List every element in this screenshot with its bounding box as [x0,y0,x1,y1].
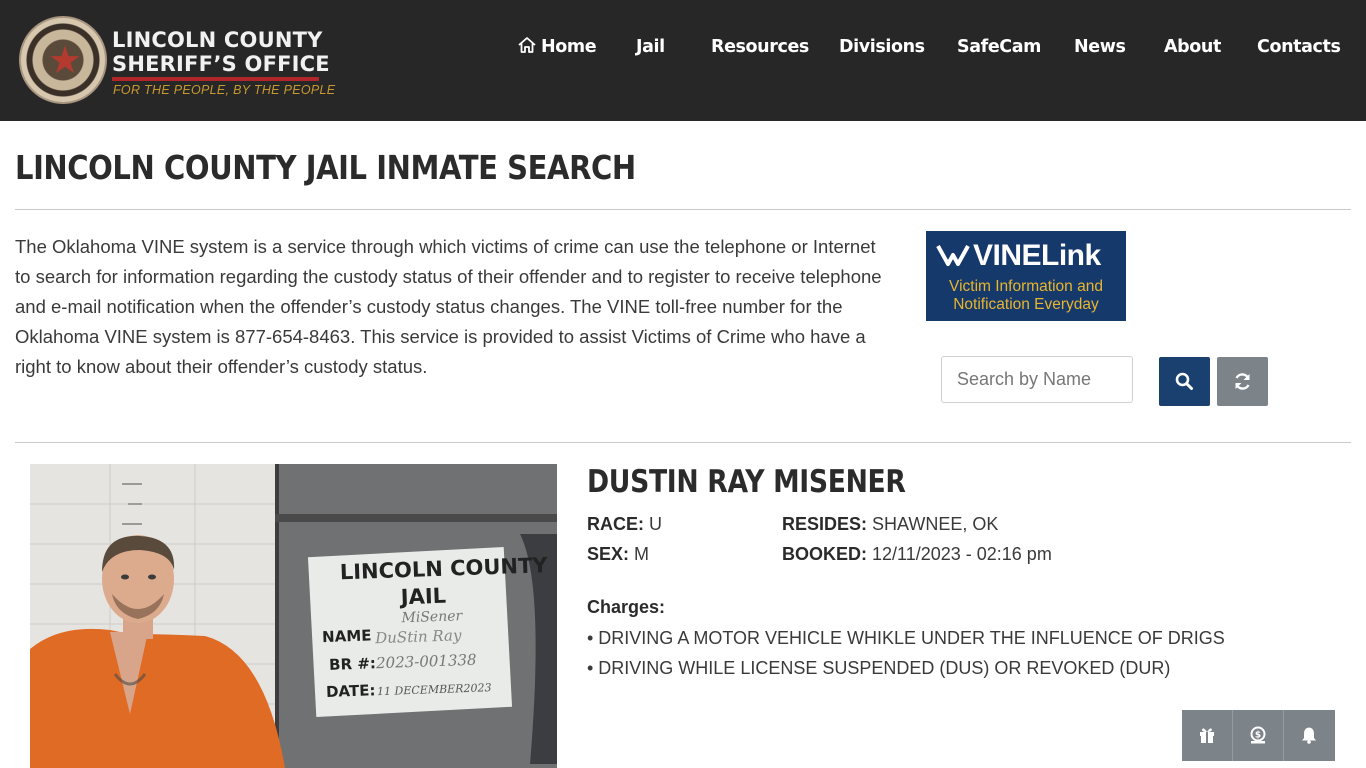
inmate-photo: LINCOLN COUNTY JAIL NAME BR #: DATE: MiS… [30,464,557,768]
vinelink-title: VINELink [973,239,1101,272]
gift-button[interactable] [1182,710,1233,761]
nav-contacts[interactable]: Contacts [1257,33,1341,61]
nav-resources[interactable]: Resources [711,33,809,61]
sex-field: SEX: M [587,544,649,565]
svg-text:NAME: NAME [322,626,372,646]
booked-label: BOOKED: [782,544,867,564]
nav-divisions[interactable]: Divisions [839,33,925,61]
svg-text:2023-001338: 2023-001338 [375,651,477,673]
booked-value: 12/11/2023 - 02:16 pm [872,544,1052,564]
charges-label: Charges: [587,597,666,617]
charge-item: • DRIVING WHILE LICENSE SUSPENDED (DUS) … [587,658,1171,678]
vine-logo-icon [936,245,970,266]
gift-icon [1200,728,1214,743]
nav-news[interactable]: News [1074,33,1126,61]
floating-action-bar: $ [1182,710,1335,761]
logo-tagline: FOR THE PEOPLE, BY THE PEOPLE [113,83,336,97]
search-button[interactable] [1159,357,1210,406]
search-icon [1175,372,1193,390]
race-value: U [649,514,663,534]
race-label: RACE: [587,514,644,534]
logo-divider [112,77,319,81]
money-icon: $ [1250,726,1266,744]
search-input[interactable] [941,356,1133,403]
nav-home-label: Home [541,37,597,57]
svg-text:$: $ [1255,731,1261,741]
inmate-name: DUSTIN RAY MISENER [587,464,906,500]
resides-value: SHAWNEE, OK [872,514,999,534]
race-field: RACE: U [587,514,662,535]
sex-label: SEX: [587,544,630,564]
refresh-icon [1235,373,1250,390]
nav-safecam[interactable]: SafeCam [957,33,1041,61]
main-nav: Home Jail Resources Divisions SafeCam Ne… [0,33,1366,63]
booked-field: BOOKED: 12/11/2023 - 02:16 pm [782,544,1052,565]
vinelink-subtitle-line1: Victim Information and [949,278,1103,295]
reset-button[interactable] [1217,357,1268,406]
vine-intro-text: The Oklahoma VINE system is a service th… [15,236,882,377]
charge-item: • DRIVING A MOTOR VEHICLE WHIKLE UNDER T… [587,628,1225,648]
home-icon [518,37,536,53]
resides-field: RESIDES: SHAWNEE, OK [782,514,998,535]
vinelink-banner[interactable]: VINELink Victim Information and Notifica… [926,231,1126,321]
search-divider [15,442,1351,443]
notifications-button[interactable] [1284,710,1335,761]
nav-about[interactable]: About [1164,33,1221,61]
svg-text:DATE:: DATE: [326,681,376,701]
nav-home[interactable]: Home [517,33,597,61]
site-header: ★ LINCOLN COUNTY SHERIFF’S OFFICE FOR TH… [0,0,1366,121]
bell-icon [1302,727,1316,744]
svg-text:JAIL: JAIL [398,584,446,610]
commissary-button[interactable]: $ [1233,710,1284,761]
svg-text:DuStin Ray: DuStin Ray [374,626,462,647]
sex-value: M [634,544,650,564]
vinelink-subtitle: Victim Information and Notification Ever… [926,278,1126,314]
vinelink-title-row: VINELink [936,239,1101,273]
page-title: LINCOLN COUNTY JAIL INMATE SEARCH [15,148,636,187]
vinelink-subtitle-line2: Notification Everyday [953,296,1099,313]
nav-jail[interactable]: Jail [636,33,665,61]
svg-text:MiSener: MiSener [400,608,464,626]
mugshot-image: LINCOLN COUNTY JAIL NAME BR #: DATE: MiS… [30,464,557,768]
svg-text:BR #:: BR #: [329,654,376,674]
resides-label: RESIDES: [782,514,868,534]
title-divider [15,209,1351,210]
